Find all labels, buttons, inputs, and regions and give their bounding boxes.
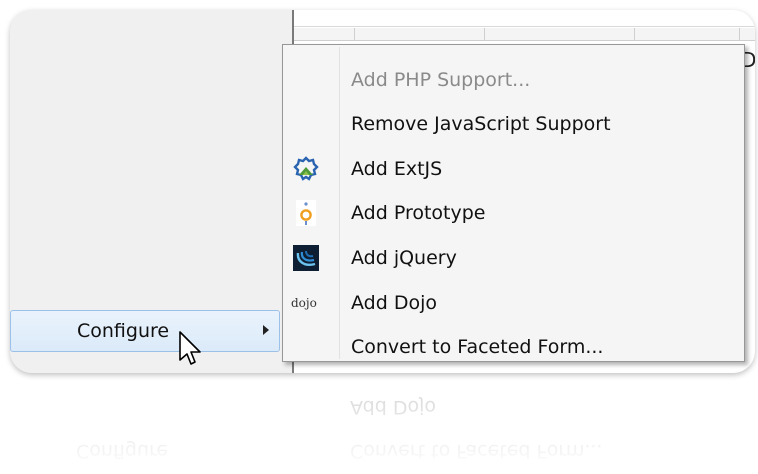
menu-item-label: Add Dojo xyxy=(351,292,437,314)
configure-submenu: Add PHP Support... Remove JavaScript Sup… xyxy=(282,44,745,362)
context-menu-pane: Configure xyxy=(10,10,292,373)
menu-item-add-jquery[interactable]: Add jQuery xyxy=(283,237,744,281)
menu-item-label: Add ExtJS xyxy=(351,158,443,180)
header-separator xyxy=(484,28,485,40)
dojo-icon: dojo xyxy=(291,296,317,310)
menu-item-label: Remove JavaScript Support xyxy=(351,113,611,135)
menu-item-add-php-support: Add PHP Support... xyxy=(283,59,744,103)
screenshot-scene: Configure D Add PHP Support... Remove Ja… xyxy=(10,10,755,373)
menu-item-label: Add jQuery xyxy=(351,247,457,269)
configure-label: Configure xyxy=(77,320,170,342)
mouse-cursor-icon xyxy=(179,331,201,365)
header-separator xyxy=(354,28,355,40)
header-separator xyxy=(634,28,635,40)
menu-item-remove-javascript-support[interactable]: Remove JavaScript Support xyxy=(283,103,744,147)
jquery-icon xyxy=(293,245,319,271)
menu-item-convert-to-faceted-form[interactable]: Convert to Faceted Form... xyxy=(283,326,744,370)
menu-item-label: Convert to Faceted Form... xyxy=(351,336,604,358)
editor-table-header xyxy=(294,28,755,41)
configure-menu-item[interactable]: Configure xyxy=(10,310,280,352)
menu-item-label: Add Prototype xyxy=(351,202,486,224)
mirror-reflection: Configure Convert to Faceted Form... Add… xyxy=(10,374,755,474)
menu-item-add-prototype[interactable]: Add Prototype xyxy=(283,192,744,236)
editor-rule xyxy=(294,26,755,27)
menu-item-add-dojo[interactable]: dojo Add Dojo xyxy=(283,282,744,326)
menu-item-label: Add PHP Support... xyxy=(351,69,531,91)
header-separator xyxy=(739,28,740,40)
reflection-add-dojo-label: Add Dojo xyxy=(350,396,436,418)
submenu-arrow-icon xyxy=(263,325,269,335)
reflection-convert-label: Convert to Faceted Form... xyxy=(350,440,603,462)
reflection-configure-label: Configure xyxy=(76,440,169,462)
menu-item-add-extjs[interactable]: Add ExtJS xyxy=(283,148,744,192)
extjs-icon xyxy=(293,156,319,182)
prototype-icon xyxy=(293,200,319,226)
